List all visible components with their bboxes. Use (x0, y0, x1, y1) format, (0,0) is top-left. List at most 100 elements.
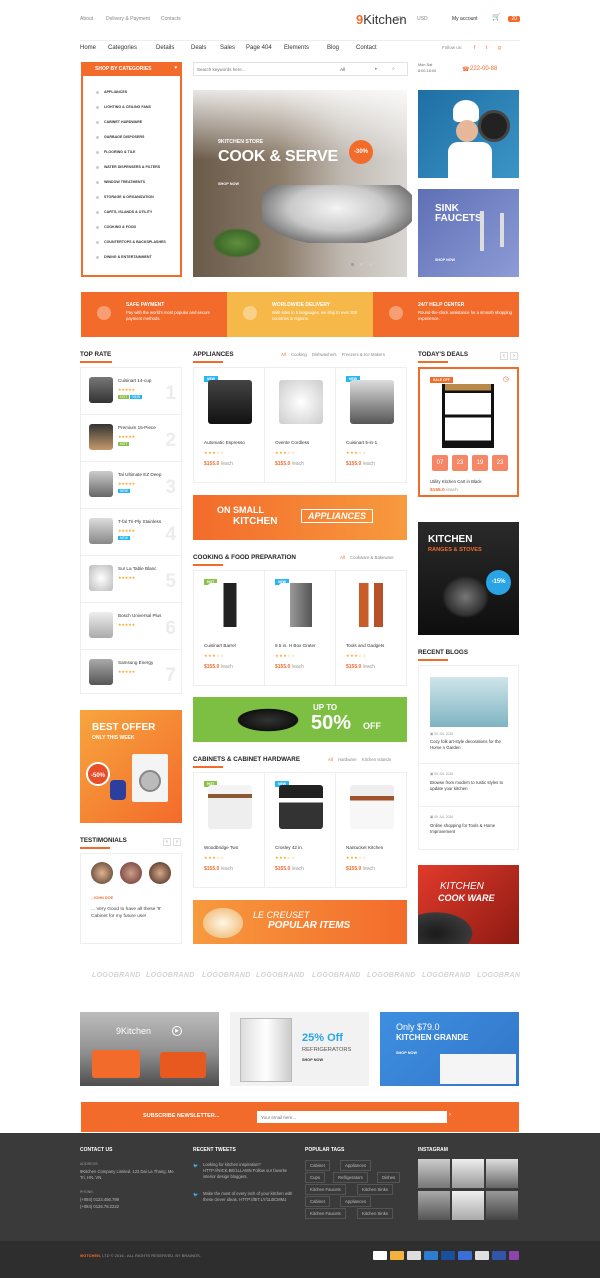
promo-refrigerators[interactable]: 25% Off REFRIGERATORS SHOP NOW (230, 1012, 369, 1086)
tab-all[interactable]: All (328, 757, 333, 762)
promo-9kitchen[interactable]: 9Kitchen ▶ (80, 1012, 219, 1086)
cookware-banner[interactable]: KITCHEN COOK WARE (418, 865, 519, 944)
le-creuset-banner[interactable]: LE CREUSET POPULAR ITEMS (193, 900, 407, 944)
blog-item[interactable]: ▣ 09 JUL 2016 Online shopping for Tools … (419, 807, 520, 850)
tab-kitchen-islands[interactable]: Kitchen Islands (362, 757, 391, 762)
tag-link[interactable]: Appliances (340, 1196, 372, 1207)
tag-link[interactable]: Cabinet (305, 1160, 330, 1171)
tag-link[interactable]: Cups (305, 1172, 326, 1183)
sidebar-item[interactable]: FLOORING & TILE (95, 150, 135, 154)
tab-cookware[interactable]: Cookware & Bakeware (350, 555, 394, 560)
tab-hardware[interactable]: Hardware (338, 757, 357, 762)
chef-banner[interactable] (418, 90, 519, 178)
sidebar-item[interactable]: WINDOW TREATMENTS (95, 180, 145, 184)
product-name[interactable]: Nantucket Kitchen (346, 845, 383, 850)
deals-prev-arrow[interactable]: ‹ (500, 352, 508, 360)
product-card[interactable]: NEW Cuisinart 5-in-1 ★★★☆☆ $155.0 /each (336, 368, 407, 483)
tab-cooking[interactable]: Cooking (291, 352, 307, 357)
avatar[interactable] (120, 862, 142, 884)
faucets-cta[interactable]: SHOP NOW (435, 258, 455, 262)
brand-logo[interactable]: LOGOBRAND (477, 972, 520, 979)
send-arrow-icon[interactable]: › (449, 1112, 451, 1118)
small-appliances-banner[interactable]: ON SMALL KITCHEN APPLIANCES (193, 495, 407, 540)
testimonials-next-arrow[interactable]: › (173, 838, 181, 846)
sidebar-item[interactable]: GARBAGE DISPOSERS (95, 135, 144, 139)
nav-item-sales[interactable]: Sales (220, 45, 235, 51)
product-card[interactable]: HOT Woodbridge Two ★★★☆☆ $155.0 /each (194, 773, 265, 888)
tab-all[interactable]: All (340, 555, 345, 560)
product-name[interactable]: Ovente Cordless (275, 440, 309, 445)
tag-link[interactable]: Kitchen Sinks (357, 1208, 394, 1219)
fifty-off-banner[interactable]: UP TO 50% OFF (193, 697, 407, 742)
avatar[interactable] (91, 862, 113, 884)
tag-link[interactable]: Appliances (340, 1160, 372, 1171)
product-card[interactable]: Nantucket Kitchen ★★★☆☆ $155.0 /each (336, 773, 407, 888)
about-link[interactable]: About (80, 16, 93, 22)
list-item[interactable]: T-fal Tri-Ply Stainless ★★★★★ NEW 4 (81, 509, 182, 556)
product-name[interactable]: Automatic Espresso (204, 440, 245, 445)
category-sidebar-header[interactable]: SHOP BY CATEGORIES ▾ (81, 62, 182, 76)
product-name[interactable]: Cuisinart 5-in-1 (346, 440, 377, 445)
avatar[interactable] (149, 862, 171, 884)
product-name[interactable]: Cuisinart Barrel (204, 643, 236, 648)
sink-faucets-banner[interactable]: SINK FAUCETS SHOP NOW (418, 189, 519, 277)
promo-cta[interactable]: SHOP NOW (396, 1051, 417, 1055)
tab-freezers[interactable]: Freezers & Ice Makers (342, 352, 385, 357)
delivery-link[interactable]: Delivery & Payment (106, 16, 150, 22)
slider-dot[interactable] (360, 263, 363, 266)
gplus-icon[interactable]: g (498, 45, 501, 51)
product-name[interactable]: Woodbridge Two (204, 845, 238, 850)
sidebar-item[interactable]: DINING & ENTERTAINMENT (96, 255, 152, 259)
blog-title[interactable]: Browse from modern to rustic styles to u… (430, 780, 510, 792)
nav-item-deals[interactable]: Deals (191, 45, 206, 51)
sidebar-item[interactable]: STORAGE & ORGANIZATION (96, 195, 154, 199)
slider-dot[interactable] (369, 263, 372, 266)
instagram-photo[interactable] (418, 1191, 450, 1220)
sidebar-item[interactable]: COOKING & FOOD (95, 225, 136, 229)
list-item[interactable]: Samsung Energy ★★★★★ 7 (81, 650, 182, 697)
search-icon[interactable]: ⌕ (392, 66, 395, 72)
instagram-photo[interactable] (452, 1159, 484, 1188)
cart-icon[interactable]: 🛒 (492, 13, 501, 21)
currency-select[interactable]: USD (417, 16, 428, 22)
slider-dot[interactable] (378, 263, 381, 266)
play-icon[interactable]: ▶ (172, 1026, 182, 1036)
list-item[interactable]: Bosch Universal Plus ★★★★★ 6 (81, 603, 182, 650)
product-name[interactable]: Crosley 42 in. (275, 845, 303, 850)
deal-card[interactable]: SALE OFF ◷ 07 23 19 23 Utility Kitchen C… (418, 367, 519, 497)
list-item[interactable]: Tal Ultimate EZ Deep ★★★★★ NEW 3 (81, 462, 182, 509)
sidebar-item[interactable]: COUNTERTOPS & BACKSPLASHES (96, 240, 166, 244)
product-card[interactable]: Ovente Cordless ★★★☆☆ $155.0 /each (265, 368, 336, 483)
product-name[interactable]: Utility Kitchen Cart in Black (430, 479, 482, 484)
brand-logo[interactable]: LOGOBRAND (312, 972, 361, 979)
brand-logo[interactable]: LOGOBRAND (146, 972, 195, 979)
sidebar-item[interactable]: CABINET HARDWARE (95, 120, 142, 124)
best-offer-banner[interactable]: BEST OFFER ONLY THIS WEEK -50% (80, 710, 182, 823)
product-name[interactable]: Tools and Gadgets (346, 643, 384, 648)
search-category-select[interactable]: All (340, 67, 345, 72)
twitter-icon[interactable]: t (486, 45, 487, 51)
promo-kitchen-grande[interactable]: Only $79.0 KITCHEN GRANDE SHOP NOW (380, 1012, 519, 1086)
tab-all[interactable]: All (281, 352, 286, 357)
list-item[interactable]: Cuisinart 14-cup ★★★★★ HOT NEW 1 (81, 368, 182, 415)
promo-cta[interactable]: SHOP NOW (302, 1058, 323, 1062)
blog-item[interactable]: ▣ 09 JUL 2016 Cozy folk art-style decora… (419, 666, 520, 764)
brand-logo[interactable]: LOGOBRAND (256, 972, 305, 979)
blog-title[interactable]: Cozy folk art-style decorations for the … (430, 739, 510, 751)
product-card[interactable]: HOT Cuisinart Barrel ★★★☆☆ $155.0 /each (194, 571, 265, 686)
tag-link[interactable]: Kitchen Faucets (305, 1184, 346, 1195)
sidebar-item[interactable]: WATER DISPENSERS & FILTERS (95, 165, 160, 169)
newsletter-email-input[interactable] (257, 1111, 447, 1123)
facebook-icon[interactable]: f (474, 45, 475, 51)
nav-item-home[interactable]: Home (80, 45, 96, 51)
tab-dishwashers[interactable]: Dishwashers (312, 352, 337, 357)
deals-next-arrow[interactable]: › (510, 352, 518, 360)
tag-link[interactable]: Kitchen Faucets (305, 1208, 346, 1219)
list-item[interactable]: Sur La Table Blanc ★★★★★ 5 (81, 556, 182, 603)
blog-title[interactable]: Online shopping for Tools & Home Improve… (430, 823, 510, 835)
nav-item-details[interactable]: Details (156, 45, 174, 51)
product-card[interactable]: NEW Automatic Espresso ★★★☆☆ $155.0 /eac… (194, 368, 265, 483)
tag-link[interactable]: Dishes (377, 1172, 401, 1183)
sidebar-item[interactable]: LIGHTING & CEILING FANS (96, 105, 151, 109)
product-card[interactable]: NEW Crosley 42 in. ★★★☆☆ $155.0 /each (265, 773, 336, 888)
